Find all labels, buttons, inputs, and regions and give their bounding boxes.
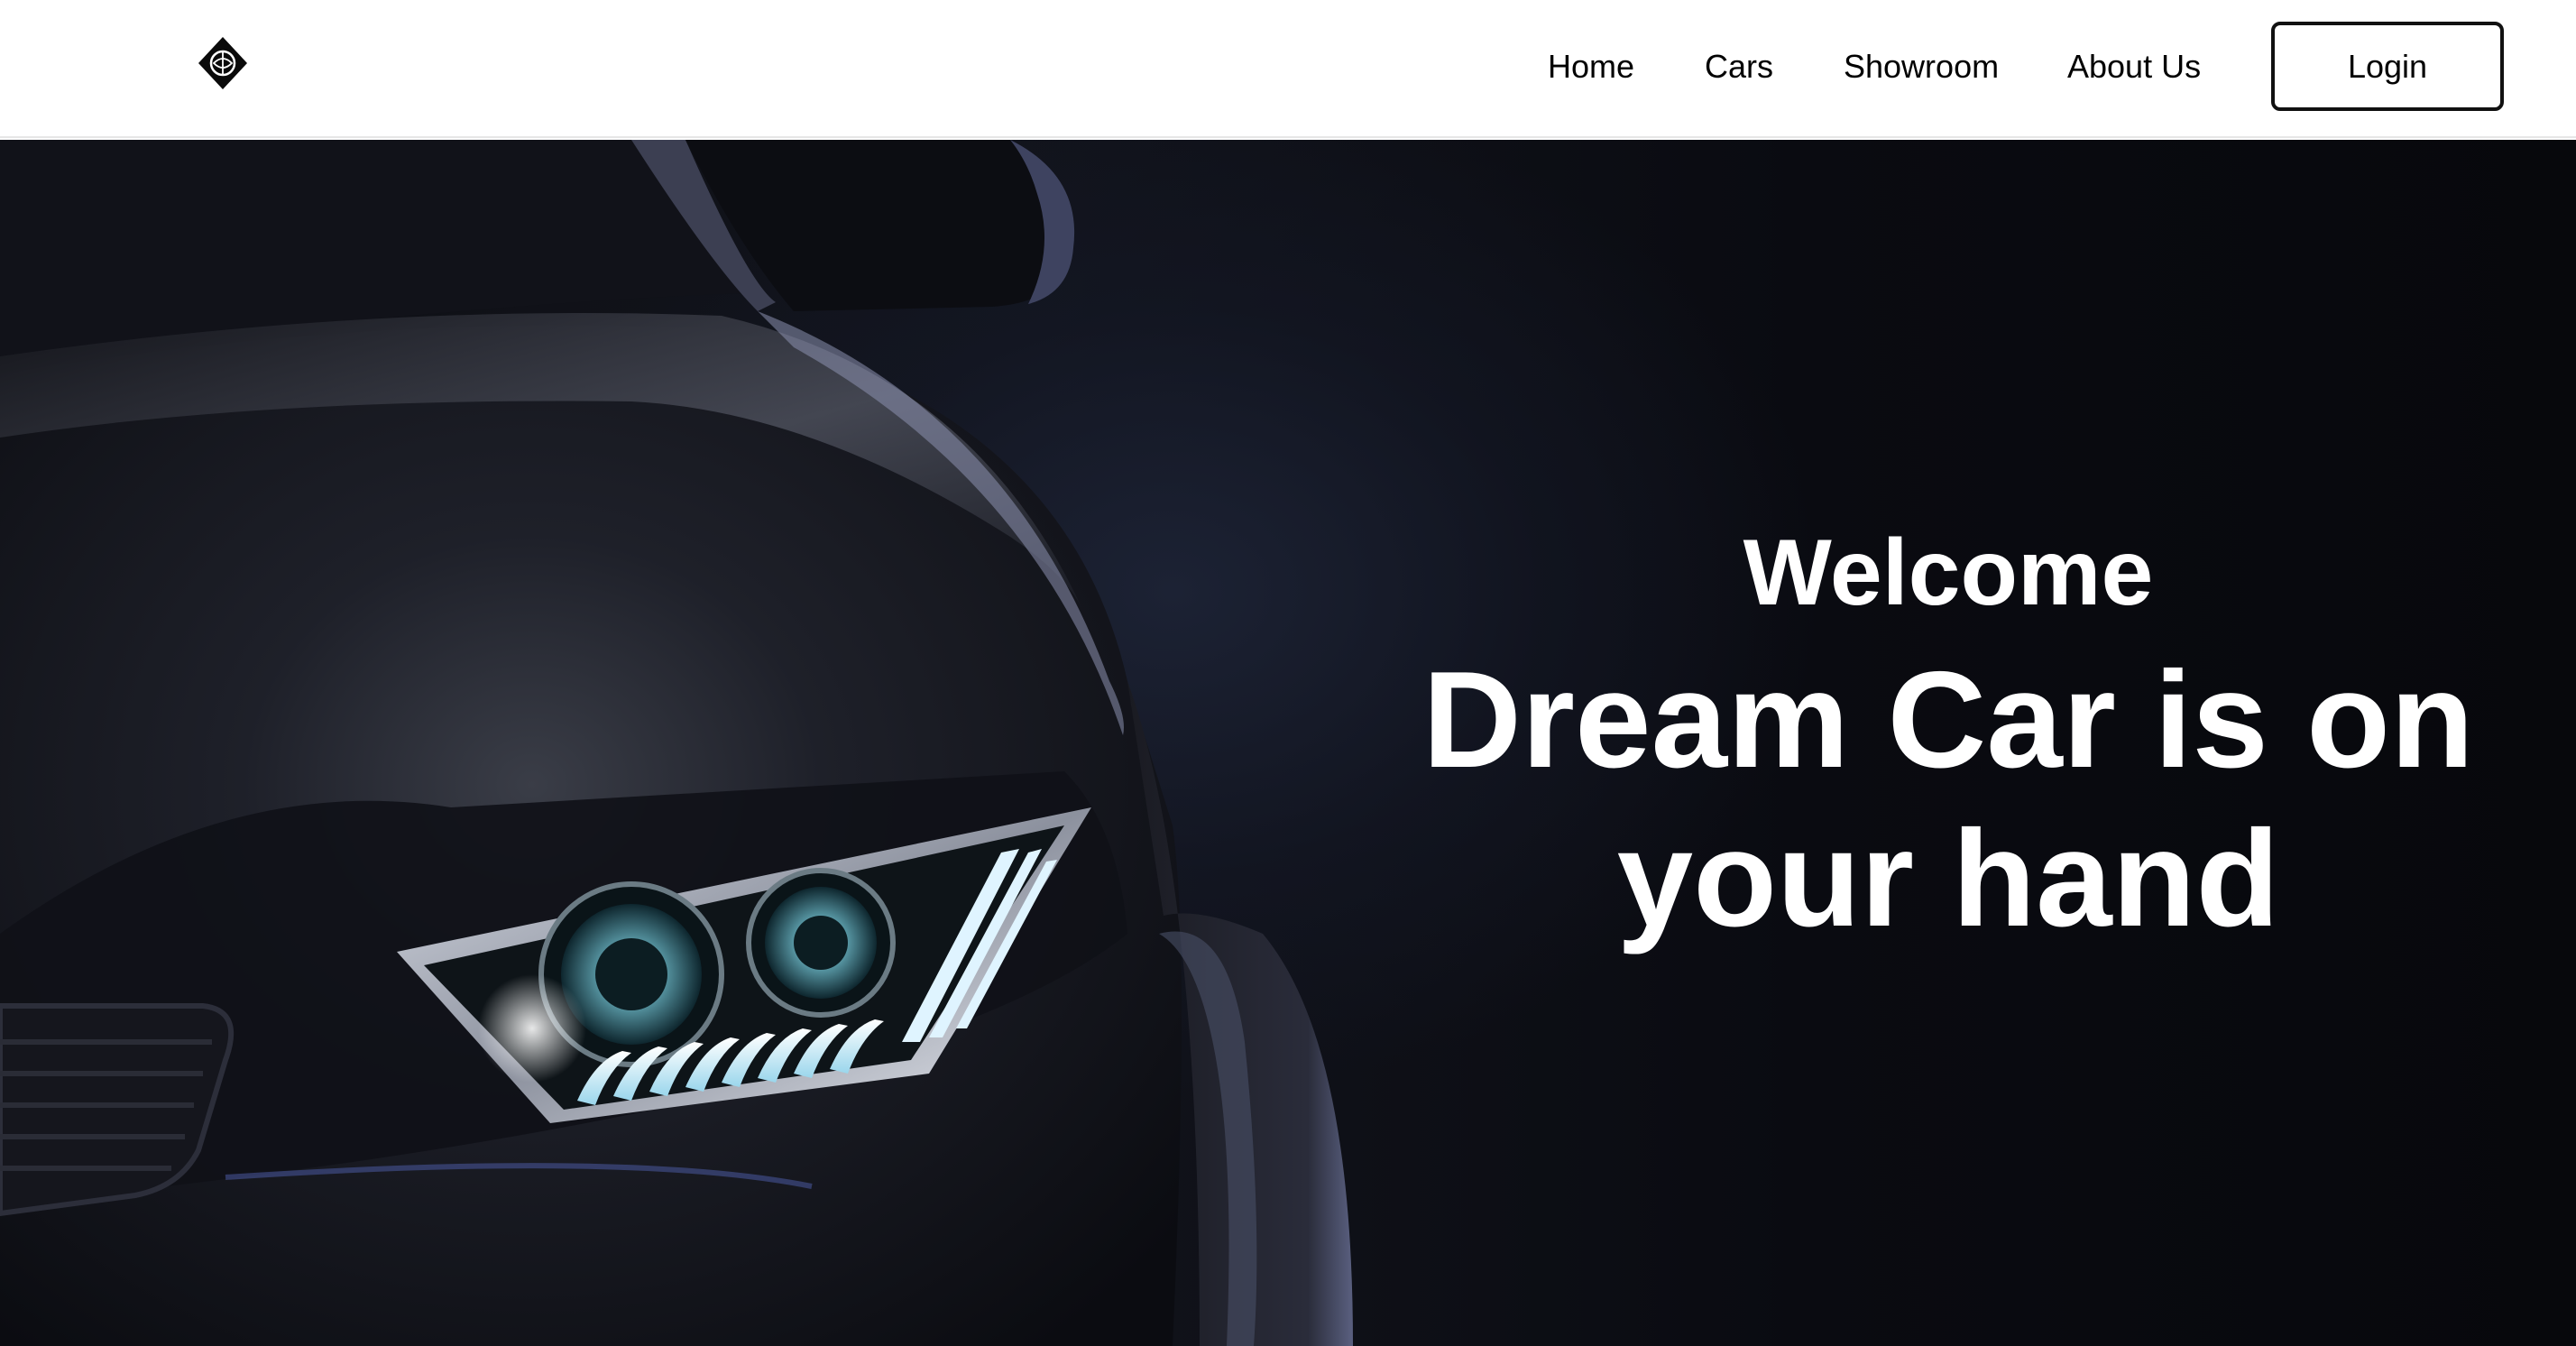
main-nav: Home Cars Showroom About Us: [0, 0, 2576, 138]
hero-banner: Welcome Dream Car is on your hand: [0, 140, 2576, 1346]
nav-link-cars[interactable]: Cars: [1705, 45, 1773, 88]
nav-link-showroom[interactable]: Showroom: [1844, 45, 1999, 88]
top-navbar: Home Cars Showroom About Us Login: [0, 0, 2576, 138]
hero-text: Welcome Dream Car is on your hand: [1353, 140, 2544, 1346]
hero-welcome: Welcome: [1743, 521, 2154, 625]
nav-link-home[interactable]: Home: [1548, 45, 1634, 88]
car-headlight-illustration: [0, 140, 1353, 1346]
login-button[interactable]: Login: [2271, 22, 2504, 111]
hero-headline: Dream Car is on your hand: [1422, 643, 2474, 955]
nav-link-about-us[interactable]: About Us: [2067, 45, 2201, 88]
